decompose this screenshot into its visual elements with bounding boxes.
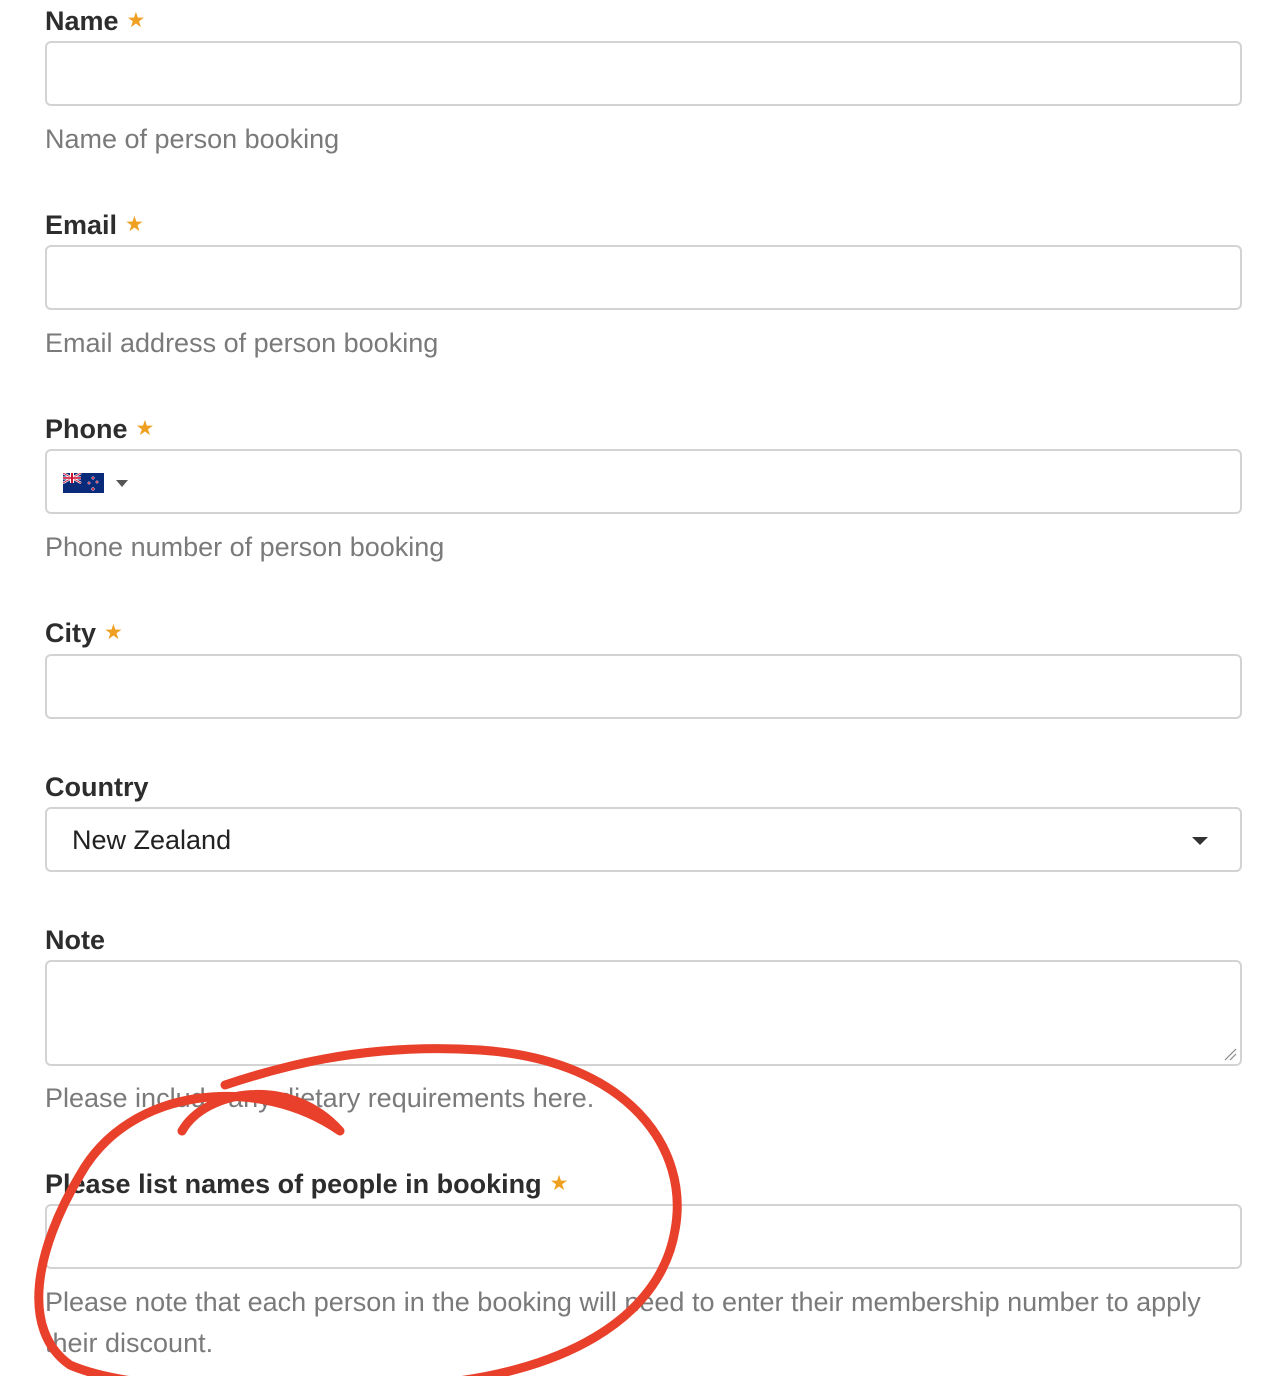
note-help-text: Please include any dietary requirements … xyxy=(45,1083,595,1113)
name-label-text: Name xyxy=(45,6,119,36)
required-star-icon: ★ xyxy=(549,1172,569,1195)
required-star-icon: ★ xyxy=(104,621,123,644)
country-select[interactable]: New Zealand xyxy=(45,807,1242,872)
city-label-text: City xyxy=(45,618,97,648)
name-help-text: Name of person booking xyxy=(45,124,340,154)
people-input[interactable] xyxy=(45,1204,1242,1269)
booking-form: Name ★ Name of person booking Email ★ Emai… xyxy=(0,0,1282,1376)
chevron-down-icon[interactable] xyxy=(1192,837,1208,845)
required-star-icon: ★ xyxy=(126,9,146,32)
country-label: Country xyxy=(45,771,149,803)
phone-label: Phone ★ xyxy=(45,413,154,448)
city-input[interactable] xyxy=(45,654,1242,719)
city-label: City ★ xyxy=(45,617,123,652)
people-label: Please list names of people in booking ★ xyxy=(45,1168,568,1203)
email-input[interactable] xyxy=(45,245,1242,310)
name-label: Name ★ xyxy=(45,5,145,40)
required-star-icon: ★ xyxy=(135,417,155,440)
phone-label-text: Phone xyxy=(45,414,128,444)
note-label-text: Note xyxy=(45,925,105,955)
note-textarea[interactable] xyxy=(45,960,1242,1066)
note-label: Note xyxy=(45,924,105,956)
email-label: Email ★ xyxy=(45,209,144,244)
people-help-text: Please note that each person in the book… xyxy=(45,1287,1201,1358)
phone-help-text: Phone number of person booking xyxy=(45,532,445,562)
email-help-text: Email address of person booking xyxy=(45,328,439,358)
name-input[interactable] xyxy=(45,41,1242,106)
phone-input[interactable] xyxy=(45,449,1242,514)
country-selected-value: New Zealand xyxy=(72,825,232,855)
country-label-text: Country xyxy=(45,772,149,802)
chevron-down-icon[interactable] xyxy=(116,480,128,487)
email-label-text: Email xyxy=(45,210,118,240)
people-label-text: Please list names of people in booking xyxy=(45,1169,542,1199)
new-zealand-flag-icon[interactable] xyxy=(63,473,104,493)
required-star-icon: ★ xyxy=(125,213,144,236)
resize-handle-icon[interactable] xyxy=(1223,1047,1237,1061)
